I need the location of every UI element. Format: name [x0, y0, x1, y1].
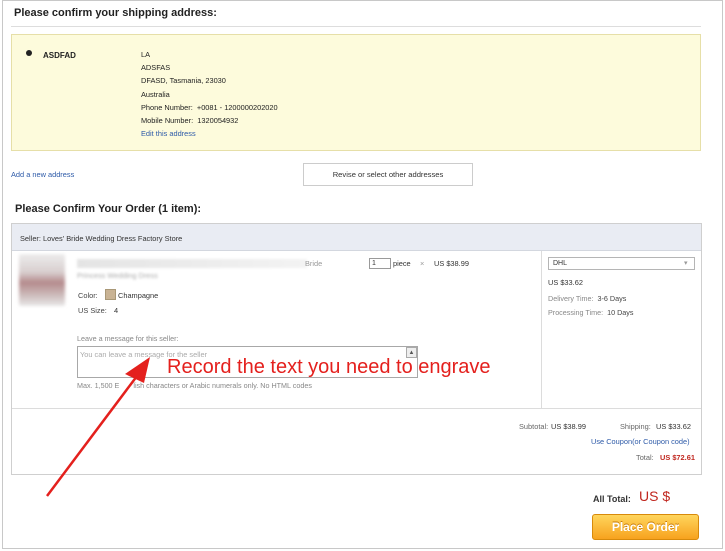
annotation-arrow — [46, 357, 150, 497]
annotation-text: Record the text you need to engrave — [167, 356, 491, 378]
arrow-head-icon — [125, 357, 150, 383]
arrow-shaft — [46, 371, 141, 497]
